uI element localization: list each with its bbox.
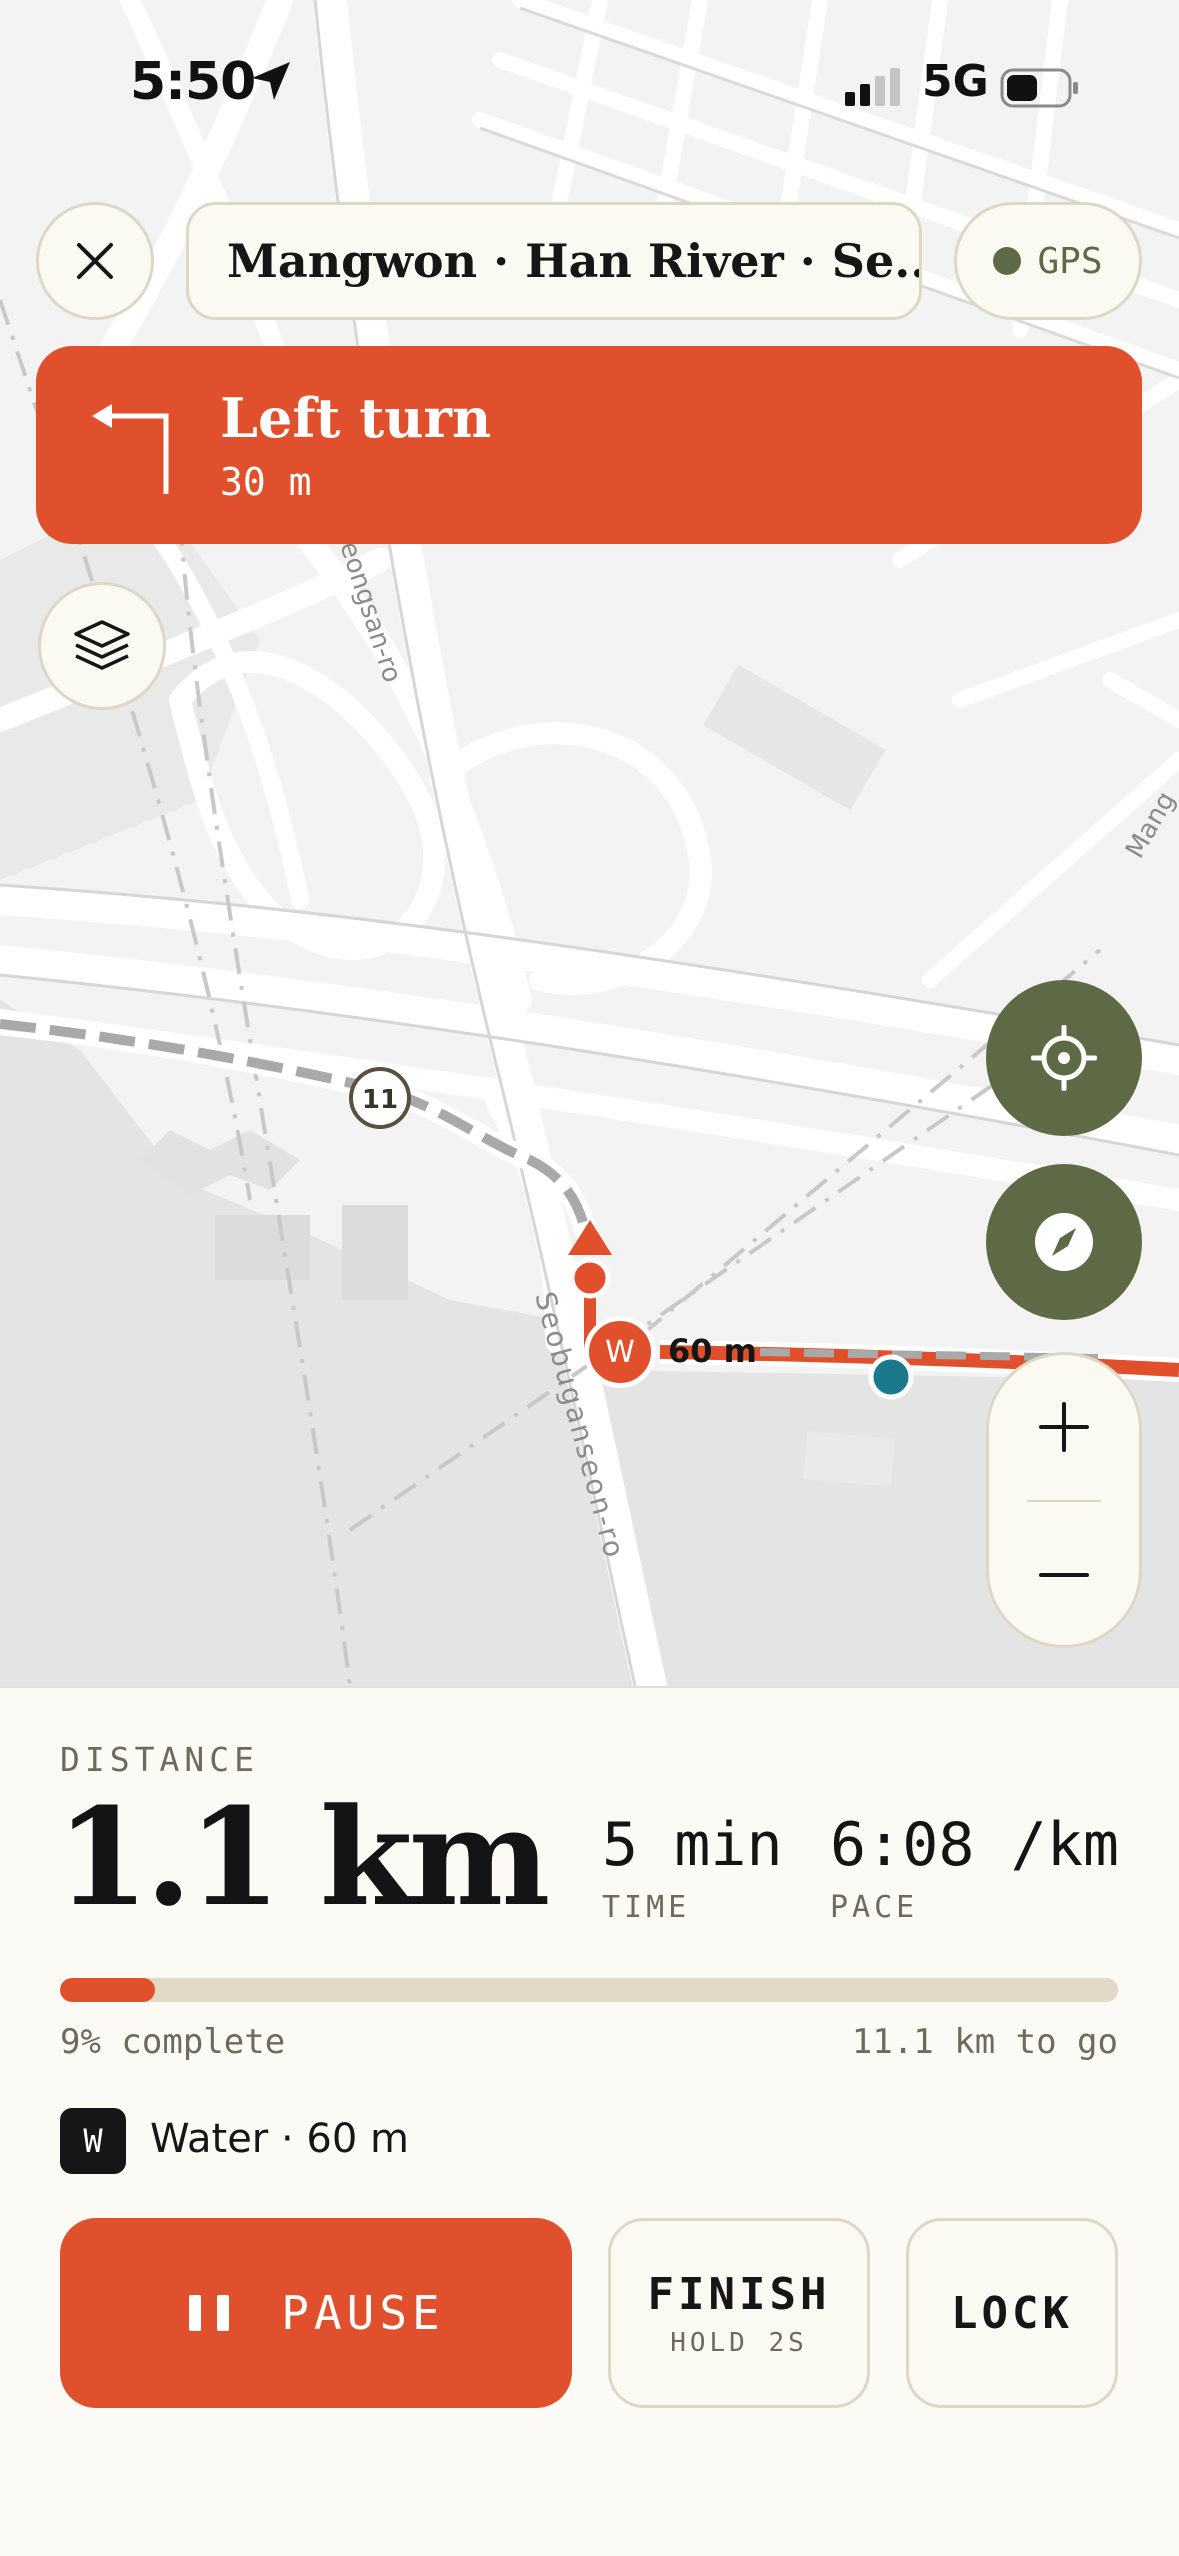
location-arrow-icon [252,62,290,100]
waypoint-badge-letter: W [605,1334,635,1370]
teal-poi-marker [868,1354,914,1400]
zoom-out-button[interactable] [989,1503,1139,1647]
status-time: 5:50 [130,52,256,112]
distance-value: 1.1 km [56,1778,550,1936]
run-stats-panel: DISTANCE 1.1 km 5 min TIME 6:08 /km PACE… [0,1686,1179,2556]
pace-label: PACE [830,1890,919,1925]
status-bar: 5:50 5G [0,0,1179,170]
lock-label: LOCK [951,2287,1073,2339]
plus-icon [1039,1402,1089,1452]
route-title-pill[interactable]: Mangwon · Han River · Se... [186,202,922,320]
locate-me-button[interactable] [986,980,1142,1136]
next-point-text: Water · 60 m [150,2116,409,2162]
minus-icon [1039,1573,1089,1577]
progress-bar [60,1978,1118,2002]
finish-label: FINISH [647,2268,831,2320]
turn-distance: 30 m [220,460,312,504]
gps-label: GPS [1037,240,1103,282]
current-position-marker [569,1257,611,1299]
layers-icon [74,620,130,670]
close-button[interactable] [36,202,154,320]
finish-hold-hint: HOLD 2S [670,2327,808,2358]
lock-button[interactable]: LOCK [906,2218,1118,2408]
turn-left-icon [92,404,169,494]
gps-status-pill[interactable]: GPS [954,202,1142,320]
compass-button[interactable] [986,1164,1142,1320]
progress-remaining-text: 11.1 km to go [851,2022,1118,2062]
network-label: 5G [922,56,989,107]
progress-fill [60,1978,156,2002]
crosshair-icon [1031,1025,1097,1091]
finish-button[interactable]: FINISH HOLD 2S [608,2218,870,2408]
gps-status-dot [993,247,1022,275]
zoom-in-button[interactable] [989,1355,1139,1499]
battery-icon [1000,68,1078,108]
pause-button[interactable]: PAUSE [60,2218,572,2408]
distance-label: DISTANCE [60,1740,259,1779]
turn-instruction-card[interactable]: Left turn 30 m [36,346,1142,544]
progress-complete-text: 9% complete [60,2022,286,2062]
waypoint-badge[interactable]: W [584,1316,656,1388]
route-shield-number: 11 [362,1085,398,1115]
layers-button[interactable] [38,582,166,710]
waypoint-distance-label: 60 m [668,1332,758,1370]
time-value: 5 min [602,1810,783,1880]
zoom-divider [1027,1500,1101,1502]
zoom-control [986,1352,1142,1648]
pace-value: 6:08 /km [830,1810,1119,1880]
pause-label: PAUSE [281,2286,445,2340]
signal-icon [845,68,900,106]
close-icon [77,243,113,279]
turn-title: Left turn [220,386,492,450]
next-point-badge: W [60,2108,126,2174]
compass-icon [1035,1213,1093,1271]
time-label: TIME [602,1890,691,1925]
pause-icon [189,2295,230,2331]
route-title: Mangwon · Han River · Se... [227,234,919,288]
